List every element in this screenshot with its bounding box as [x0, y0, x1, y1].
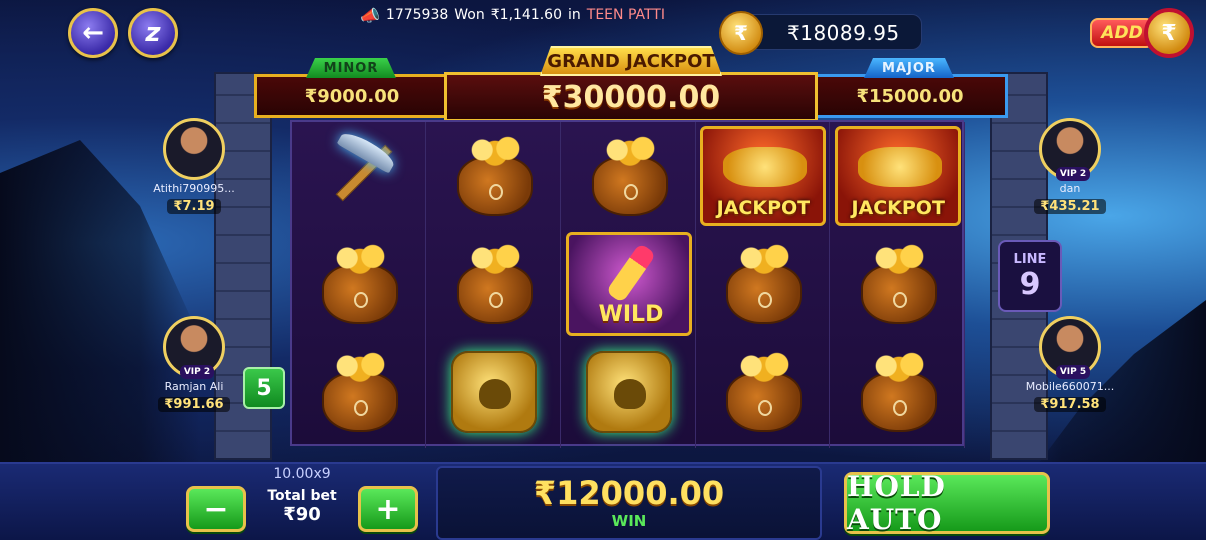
- add-coin-icon[interactable]: ₹: [1144, 8, 1194, 58]
- reel-cell: [292, 230, 426, 338]
- player-balance: ₹7.19: [167, 199, 221, 214]
- player-name: Ramjan Ali: [164, 380, 224, 393]
- reel-cell: [562, 122, 696, 230]
- total-bet-label: Total bet: [267, 488, 337, 504]
- skull-coin-icon: [585, 351, 672, 433]
- info-button[interactable]: z: [128, 8, 178, 58]
- reel-cell: [427, 338, 561, 446]
- ticker-in: in: [568, 7, 581, 23]
- reel-cell: JACKPOT: [831, 122, 965, 230]
- reel-column: [427, 122, 561, 448]
- lines-badge: 5: [243, 367, 285, 409]
- reel-cell: [562, 338, 696, 446]
- coin-bag-icon: [449, 242, 539, 326]
- coin-bag-icon: [853, 242, 943, 326]
- minor-jackpot-value: ₹9000.00: [254, 74, 450, 118]
- avatar: VIP 2: [163, 316, 225, 379]
- increase-bet-button[interactable]: +: [358, 486, 418, 532]
- jackpot-chest-icon: JACKPOT: [700, 126, 827, 226]
- player-seat-right-top[interactable]: VIP 2 dan ₹435.21: [1020, 118, 1120, 214]
- player-seat-right-bottom[interactable]: VIP 5 Mobile660071... ₹917.58: [1020, 316, 1120, 412]
- reel-column: [292, 122, 426, 448]
- vip-badge: VIP 2: [1056, 167, 1090, 181]
- reel-column: WILD: [562, 122, 696, 448]
- line-count: LINE 9: [998, 240, 1062, 312]
- balance-display: ₹ ₹18089.95: [719, 11, 922, 55]
- player-seat-left-bottom[interactable]: VIP 2 Ramjan Ali ₹991.66: [144, 316, 244, 412]
- reel-cell: [427, 122, 561, 230]
- info-icon: z: [145, 18, 161, 48]
- back-button[interactable]: ←: [68, 8, 118, 58]
- player-seat-left-top[interactable]: Atithi790995... ₹7.19: [144, 118, 244, 214]
- win-label: WIN: [611, 512, 647, 530]
- jackpot-symbol-label: JACKPOT: [851, 197, 945, 219]
- reel-cell: [831, 230, 965, 338]
- balance-value: ₹18089.95: [787, 21, 900, 45]
- reel-column: JACKPOT: [831, 122, 966, 448]
- ticker-game: TEEN PATTI: [586, 7, 665, 23]
- reel-cell: [831, 338, 965, 446]
- coin-bag-icon: [718, 242, 808, 326]
- grand-jackpot-value: ₹30000.00: [444, 72, 818, 122]
- bet-multiplier: 10.00x9: [273, 466, 331, 482]
- reel-cell: [696, 230, 830, 338]
- major-jackpot-value: ₹15000.00: [812, 74, 1008, 118]
- reel-cell: [696, 338, 830, 446]
- ticker-user: 1775938: [385, 7, 449, 23]
- total-bet: Total bet ₹90: [246, 484, 358, 536]
- reel-cell: [292, 122, 426, 230]
- coin-bag-icon: [314, 350, 404, 434]
- ticker-amount: ₹1,141.60: [490, 7, 563, 23]
- avatar: [163, 118, 225, 180]
- megaphone-icon: 📣: [360, 5, 380, 25]
- avatar: VIP 2: [1039, 118, 1101, 181]
- win-ticker: 📣 1775938 Won ₹1,141.60 in TEEN PATTI: [360, 4, 665, 26]
- player-balance: ₹435.21: [1034, 199, 1106, 214]
- skull-coin-icon: [450, 351, 537, 433]
- coin-bag-icon: [449, 134, 539, 218]
- hold-auto-button[interactable]: HOLD AUTO: [844, 470, 1050, 536]
- rupee-coin-icon: ₹: [719, 11, 763, 55]
- wild-symbol-label: WILD: [598, 302, 664, 327]
- major-jackpot-label: MAJOR: [864, 58, 954, 78]
- coin-bag-icon: [718, 350, 808, 434]
- reel-cell: WILD: [562, 230, 696, 338]
- win-display: ₹12000.00 WIN: [436, 466, 822, 540]
- line-label: LINE: [1013, 252, 1047, 267]
- player-name: Atithi790995...: [153, 182, 235, 195]
- wild-sceptre-icon: WILD: [565, 232, 692, 336]
- reel-cell: [292, 338, 426, 446]
- player-name: Mobile660071...: [1025, 380, 1115, 393]
- vip-badge: VIP 2: [180, 365, 214, 379]
- reel-column: JACKPOT: [696, 122, 831, 448]
- reel-cell: [427, 230, 561, 338]
- coin-bag-icon: [584, 134, 674, 218]
- jackpot-chest-icon: JACKPOT: [835, 126, 962, 226]
- total-bet-value: ₹90: [283, 504, 321, 525]
- ticker-won: Won: [454, 7, 485, 23]
- back-arrow-icon: ←: [82, 18, 104, 48]
- player-name: dan: [1059, 182, 1081, 195]
- decrease-bet-button[interactable]: −: [186, 486, 246, 532]
- pickaxe-icon: [309, 128, 409, 224]
- coin-bag-icon: [314, 242, 404, 326]
- line-value: 9: [1019, 267, 1041, 302]
- coin-bag-icon: [853, 350, 943, 434]
- player-balance: ₹917.58: [1034, 397, 1106, 412]
- slot-reels: WILD JACKPOT JACKPOT: [290, 120, 966, 448]
- win-amount: ₹12000.00: [533, 474, 725, 512]
- minor-jackpot-label: MINOR: [306, 58, 396, 78]
- avatar: VIP 5: [1039, 316, 1101, 379]
- jackpot-symbol-label: JACKPOT: [716, 197, 811, 219]
- vip-badge: VIP 5: [1056, 365, 1090, 379]
- grand-jackpot-label: GRAND JACKPOT: [540, 46, 722, 76]
- reel-cell: JACKPOT: [696, 122, 830, 230]
- player-balance: ₹991.66: [158, 397, 230, 412]
